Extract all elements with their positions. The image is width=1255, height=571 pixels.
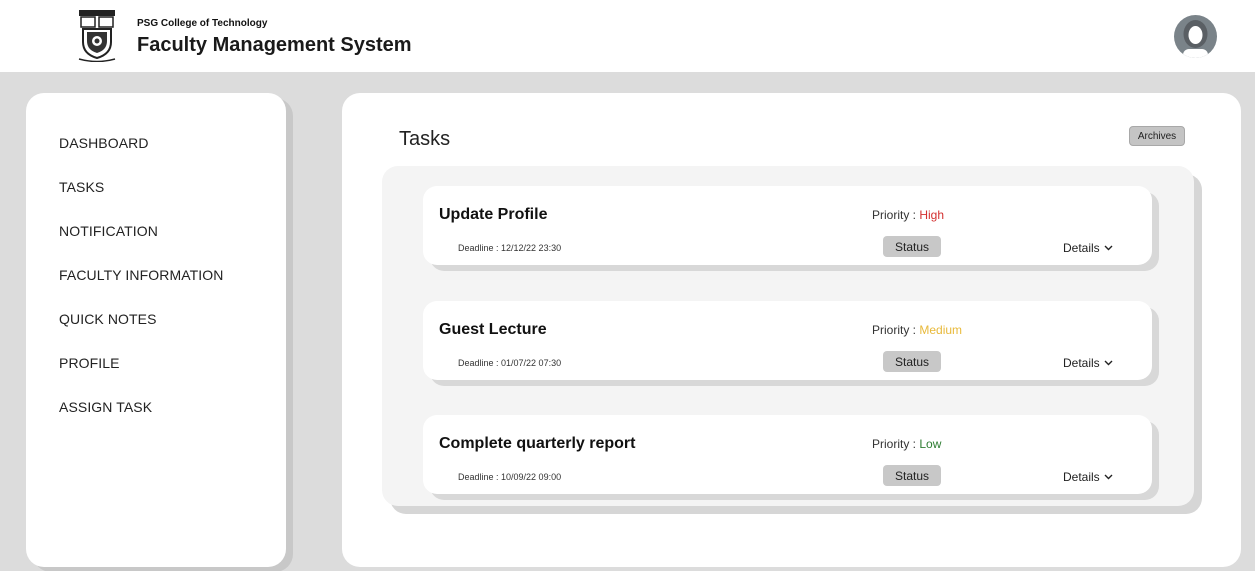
task-priority: Priority : Medium (872, 323, 962, 337)
sidebar-item-dashboard[interactable]: DASHBOARD (59, 135, 149, 151)
college-name: PSG College of Technology (137, 18, 268, 29)
details-toggle[interactable]: Details (1063, 241, 1113, 255)
task-deadline: Deadline : 12/12/22 23:30 (458, 243, 562, 253)
details-label: Details (1063, 241, 1100, 255)
sidebar-item-quick-notes[interactable]: QUICK NOTES (59, 311, 157, 327)
page-title: Tasks (399, 128, 451, 150)
task-card[interactable]: Update Profile Deadline : 12/12/22 23:30… (423, 186, 1152, 265)
task-list: Update Profile Deadline : 12/12/22 23:30… (382, 166, 1194, 506)
task-deadline: Deadline : 10/09/22 09:00 (458, 472, 562, 482)
task-deadline: Deadline : 01/07/22 07:30 (458, 358, 562, 368)
sidebar-item-assign-task[interactable]: ASSIGN TASK (59, 399, 152, 415)
priority-label: Priority : (872, 208, 920, 222)
sidebar-item-notification[interactable]: NOTIFICATION (59, 223, 158, 239)
priority-label: Priority : (872, 437, 920, 451)
details-label: Details (1063, 356, 1100, 370)
details-toggle[interactable]: Details (1063, 470, 1113, 484)
status-button[interactable]: Status (883, 465, 941, 486)
system-title: Faculty Management System (137, 34, 412, 56)
priority-value: Medium (919, 323, 963, 337)
sidebar-item-tasks[interactable]: TASKS (59, 179, 104, 195)
task-title: Guest Lecture (439, 321, 547, 338)
sidebar-item-faculty-information[interactable]: FACULTY INFORMATION (59, 267, 223, 283)
status-button[interactable]: Status (883, 351, 941, 372)
task-card[interactable]: Complete quarterly report Deadline : 10/… (423, 415, 1152, 494)
priority-value: Low (919, 437, 942, 451)
app-header: PSG College of Technology Faculty Manage… (0, 0, 1255, 72)
priority-label: Priority : (872, 323, 920, 337)
chevron-down-icon (1104, 360, 1113, 366)
details-label: Details (1063, 470, 1100, 484)
priority-value: High (919, 208, 945, 222)
task-priority: Priority : Low (872, 437, 941, 451)
details-toggle[interactable]: Details (1063, 356, 1113, 370)
college-crest-icon (75, 8, 119, 63)
task-title: Update Profile (439, 206, 548, 223)
status-button[interactable]: Status (883, 236, 941, 257)
task-card[interactable]: Guest Lecture Deadline : 01/07/22 07:30 … (423, 301, 1152, 380)
chevron-down-icon (1104, 245, 1113, 251)
archives-button[interactable]: Archives (1129, 126, 1185, 146)
user-avatar-icon[interactable] (1174, 15, 1217, 58)
main-panel: Tasks Archives Update Profile Deadline :… (342, 93, 1241, 567)
chevron-down-icon (1104, 474, 1113, 480)
sidebar-item-profile[interactable]: PROFILE (59, 355, 120, 371)
task-title: Complete quarterly report (439, 435, 636, 452)
task-priority: Priority : High (872, 208, 944, 222)
sidebar: DASHBOARD TASKS NOTIFICATION FACULTY INF… (26, 93, 286, 567)
